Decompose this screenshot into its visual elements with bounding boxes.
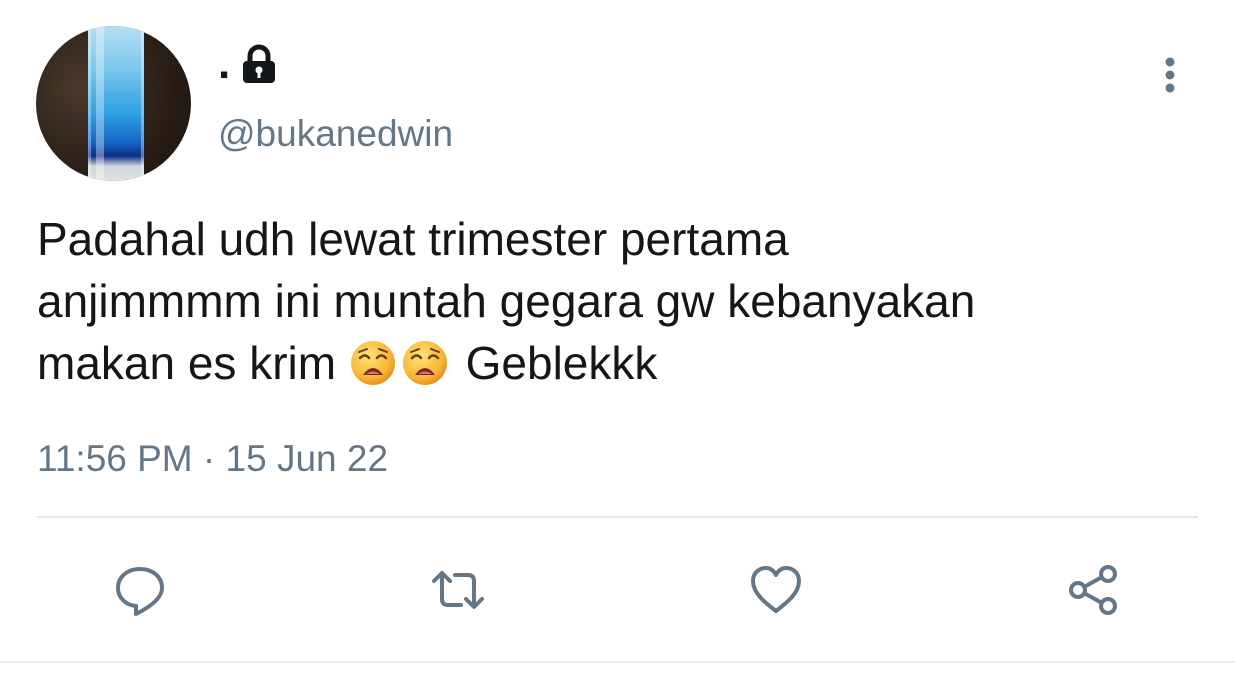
like-button[interactable] — [744, 558, 808, 622]
share-button[interactable] — [1062, 558, 1126, 622]
reply-button[interactable] — [108, 558, 172, 622]
retweet-button[interactable] — [426, 558, 490, 622]
weary-face-icon — [401, 339, 449, 387]
display-name[interactable]: . — [218, 36, 230, 92]
share-icon — [1069, 565, 1117, 615]
tweet-text-line: anjimmmm ini muntah gegara gw kebanyakan — [37, 275, 976, 327]
more-vertical-icon[interactable] — [1150, 52, 1190, 96]
tweet-text-line: Padahal udh lewat trimester pertama — [37, 213, 789, 265]
divider — [37, 516, 1198, 518]
divider — [0, 661, 1235, 663]
tweet-card: . @bukanedwin Padahal udh lewat trimeste… — [0, 0, 1235, 681]
heart-icon — [751, 566, 801, 613]
reply-icon — [116, 567, 164, 616]
tweet-timestamp[interactable]: 11:56 PM · 15 Jun 22 — [37, 436, 388, 482]
tweet-text: Padahal udh lewat trimester pertama anji… — [37, 208, 1207, 394]
avatar[interactable] — [36, 26, 191, 181]
retweet-icon — [432, 571, 484, 609]
tweet-text-segment: Geblekkk — [465, 337, 658, 389]
tweet-text-segment: makan es krim — [37, 337, 337, 389]
tweet-text-line: makan es krim Geblekkk — [37, 332, 1207, 394]
weary-face-icon — [349, 339, 397, 387]
lock-icon — [240, 44, 278, 84]
user-handle[interactable]: @bukanedwin — [218, 112, 453, 156]
